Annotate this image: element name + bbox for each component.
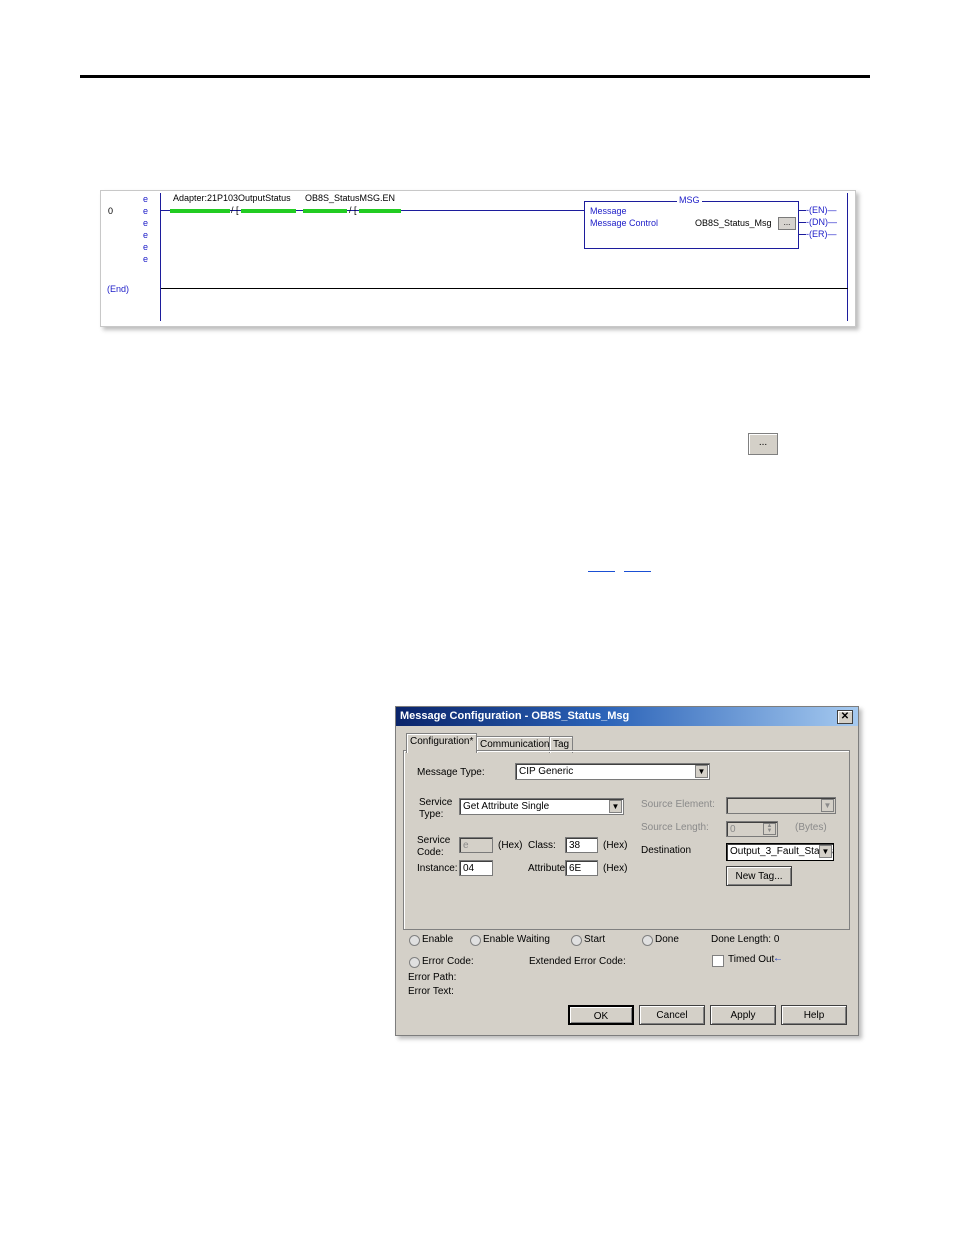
attribute-label: Attribute: — [528, 863, 569, 874]
energized-segment — [359, 209, 401, 213]
instance-label: Instance: — [417, 863, 458, 874]
msg-row-control: Message Control — [590, 218, 659, 228]
class-label: Class: — [528, 840, 556, 851]
enable-waiting-label: Enable Waiting — [483, 934, 550, 945]
source-length-value: 0 — [730, 824, 736, 835]
chevron-down-icon: ▼ — [821, 799, 834, 812]
hex-unit: (Hex) — [603, 863, 628, 874]
xio-contact-bracket: [ — [354, 205, 357, 215]
timed-out-label: Timed Out — [728, 954, 775, 965]
enable-indicator — [409, 935, 420, 946]
rung-marker: e — [143, 230, 149, 240]
hyperlink-underline[interactable] — [588, 571, 615, 572]
timed-out-checkbox[interactable] — [712, 955, 724, 967]
msg-control-tag[interactable]: OB8S_Status_Msg — [695, 218, 772, 228]
end-rung-wire — [161, 288, 848, 289]
close-icon[interactable]: ✕ — [837, 710, 853, 724]
extended-error-code-label: Extended Error Code: — [529, 956, 626, 967]
left-rail — [160, 193, 161, 321]
chevron-down-icon[interactable]: ▼ — [819, 845, 832, 858]
done-length: Done Length: 0 — [711, 934, 780, 945]
start-label: Start — [584, 934, 606, 945]
error-path-label: Error Path: — [408, 972, 457, 983]
xio-contact-bracket: [ — [236, 205, 239, 215]
done-indicator — [642, 935, 653, 946]
end-label: (End) — [107, 284, 130, 294]
source-length-label: Source Length: — [641, 822, 709, 833]
help-button[interactable]: Help — [781, 1005, 847, 1025]
done-label: Done — [655, 934, 679, 945]
destination-select[interactable]: Output_3_Fault_Status ▼ — [726, 843, 834, 861]
message-type-value: CIP Generic — [519, 766, 574, 777]
rung-number: 0 — [108, 206, 114, 216]
xio-contact[interactable]: / — [231, 205, 234, 215]
enable-waiting-indicator — [470, 935, 481, 946]
service-type-label: Type: — [419, 809, 444, 820]
destination-label: Destination — [641, 845, 692, 856]
error-code-label: Error Code: — [422, 956, 474, 967]
xio-contact[interactable]: / — [349, 205, 352, 215]
hex-unit: (Hex) — [603, 840, 628, 851]
tab-configuration[interactable]: Configuration* — [406, 733, 478, 753]
class-field[interactable]: 38 — [565, 837, 598, 853]
msg-title: MSG — [677, 195, 702, 205]
dialog-title: Message Configuration - OB8S_Status_Msg — [400, 710, 630, 722]
arrow-left-icon: ← — [773, 953, 783, 964]
apply-button[interactable]: Apply — [710, 1005, 776, 1025]
chevron-down-icon[interactable]: ▼ — [695, 765, 708, 778]
rung-marker: e — [143, 194, 149, 204]
instance-field[interactable]: 04 — [459, 860, 493, 876]
error-code-indicator — [409, 957, 420, 968]
right-rail — [847, 193, 848, 321]
message-configuration-dialog: Message Configuration - OB8S_Status_Msg … — [395, 706, 859, 1036]
service-type-value: Get Attribute Single — [463, 801, 550, 812]
output-dn: -(DN)— — [806, 217, 837, 227]
msg-instruction-box[interactable]: MSG Message Message Control OB8S_Status_… — [584, 195, 799, 249]
cancel-button[interactable]: Cancel — [639, 1005, 705, 1025]
msg-config-ellipsis-button[interactable]: ... — [778, 217, 796, 230]
energized-segment — [303, 209, 347, 213]
contact-tag-1[interactable]: Adapter:21P103OutputStatus — [173, 193, 291, 203]
output-er: -(ER)— — [806, 229, 837, 239]
ladder-logic-rung: 0 e e e e e e (End) Adapter:21P103Output… — [100, 190, 856, 327]
source-element-select: ▼ — [726, 797, 836, 814]
output-en: -(EN)— — [806, 205, 837, 215]
attribute-field[interactable]: 6E — [565, 860, 598, 876]
configuration-panel: Message Type: CIP Generic ▼ Service Type… — [403, 750, 850, 930]
rung-marker: e — [143, 218, 149, 228]
hex-unit: (Hex) — [498, 840, 523, 851]
dialog-title-bar[interactable]: Message Configuration - OB8S_Status_Msg … — [396, 707, 858, 726]
spinner-icon: ▲ ▼ — [763, 823, 776, 835]
ellipsis-button-icon: ... — [748, 433, 778, 455]
chevron-down-icon[interactable]: ▼ — [609, 800, 622, 813]
start-indicator — [571, 935, 582, 946]
contact-tag-2[interactable]: OB8S_StatusMSG.EN — [305, 193, 395, 203]
source-element-label: Source Element: — [641, 799, 715, 810]
message-type-select[interactable]: CIP Generic ▼ — [515, 763, 710, 780]
enable-label: Enable — [422, 934, 454, 945]
service-code-label: Service — [417, 835, 451, 846]
destination-value: Output_3_Fault_Status — [730, 846, 833, 857]
msg-output-wire — [798, 222, 806, 223]
rung-marker: e — [143, 206, 149, 216]
rung-marker: e — [143, 242, 149, 252]
error-text-label: Error Text: — [408, 986, 454, 997]
msg-output-wire — [798, 234, 806, 235]
msg-output-wire — [798, 210, 806, 211]
energized-segment — [241, 209, 296, 213]
service-type-select[interactable]: Get Attribute Single ▼ — [459, 798, 624, 815]
bytes-unit: (Bytes) — [795, 822, 827, 833]
new-tag-button[interactable]: New Tag... — [726, 866, 792, 886]
ok-button[interactable]: OK — [568, 1005, 634, 1025]
msg-row-message: Message — [590, 206, 627, 216]
source-length-field: 0 ▲ ▼ — [726, 821, 778, 837]
hyperlink-underline[interactable] — [624, 571, 651, 572]
header-rule — [80, 75, 870, 78]
message-type-label: Message Type: — [417, 767, 485, 778]
rung-marker: e — [143, 254, 149, 264]
service-type-label: Service — [419, 797, 453, 808]
service-code-label: Code: — [417, 847, 444, 858]
energized-segment — [170, 209, 230, 213]
service-code-field: e — [459, 837, 493, 853]
